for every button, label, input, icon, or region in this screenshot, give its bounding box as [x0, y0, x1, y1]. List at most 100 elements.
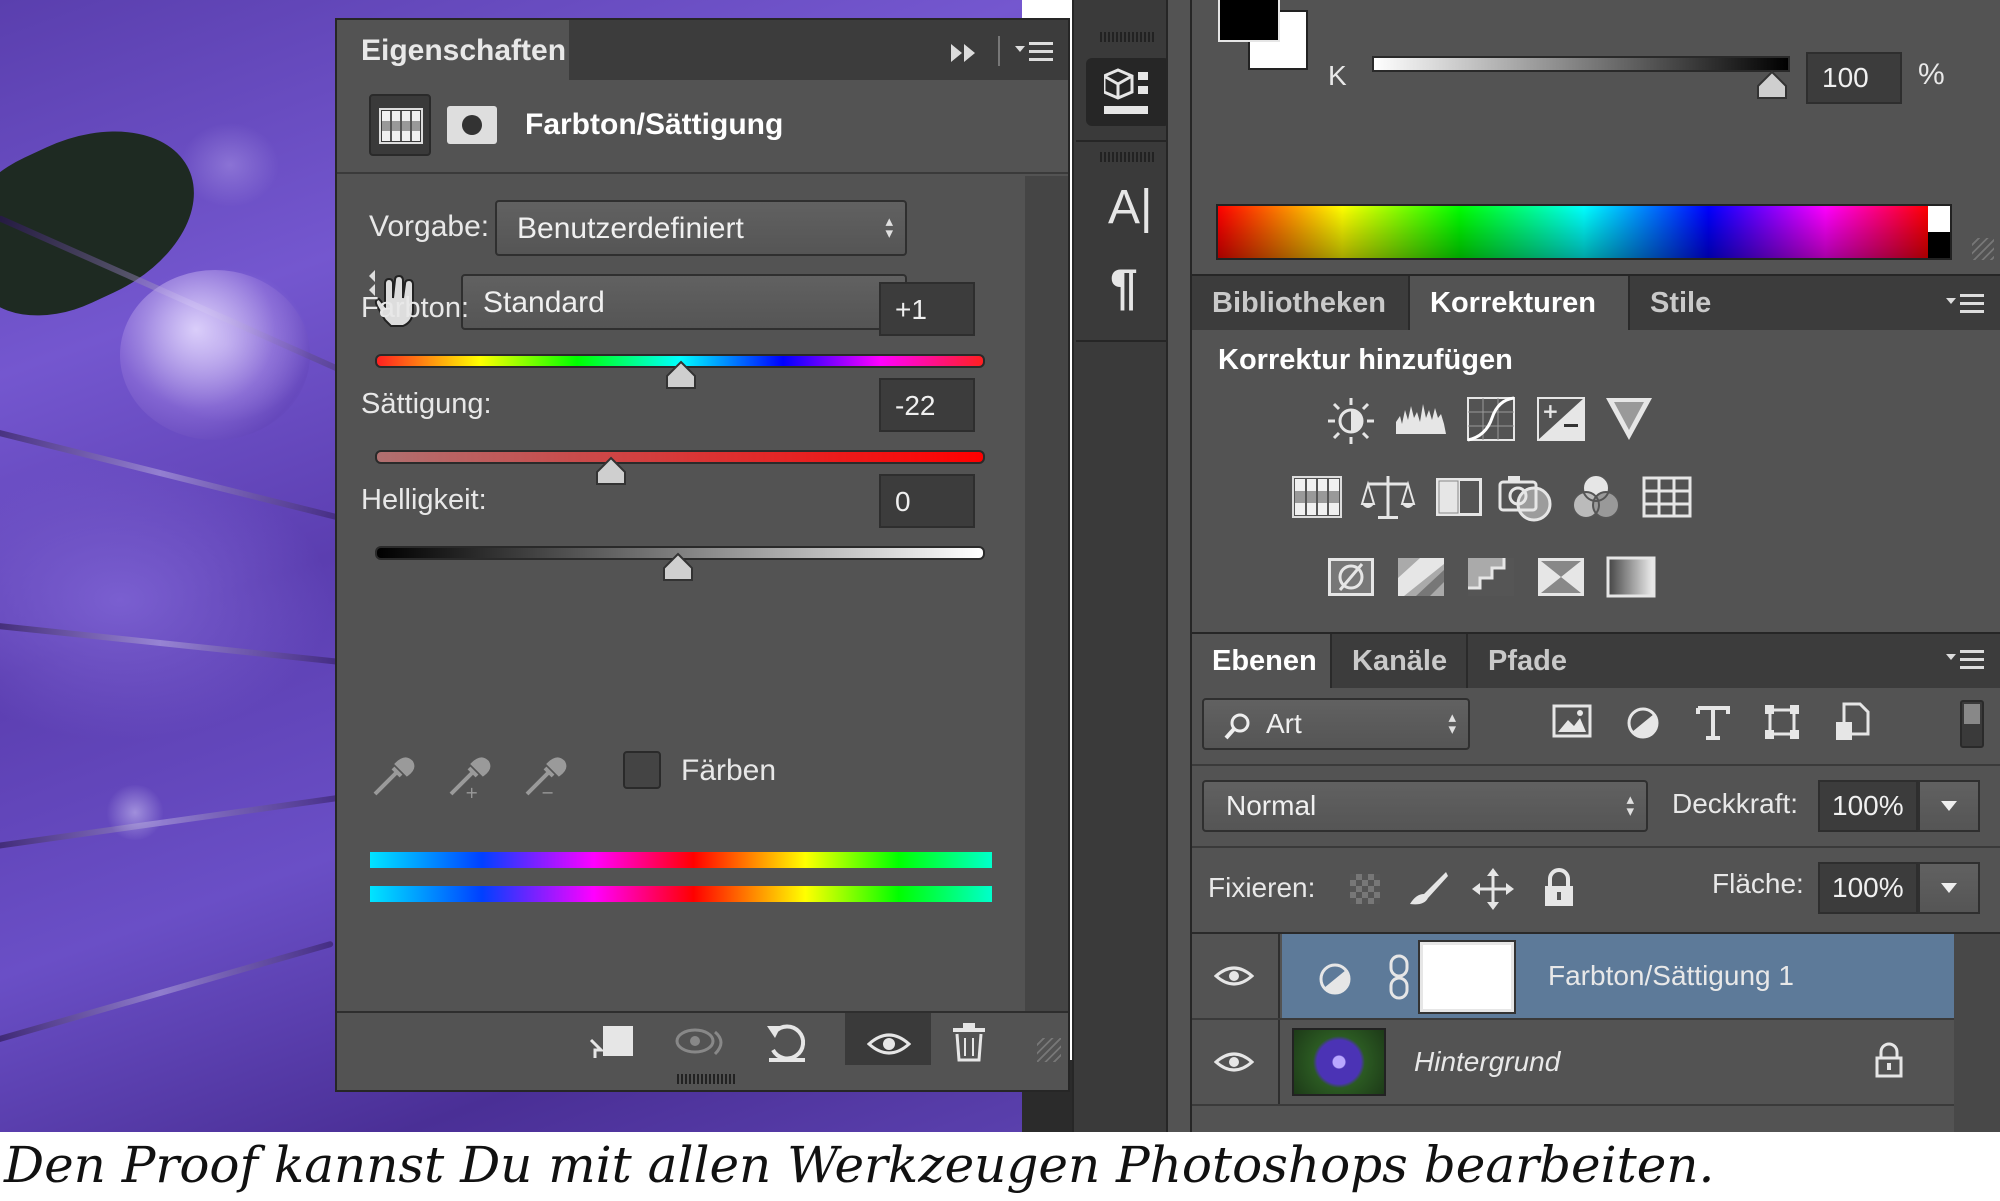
- eyedropper-icon[interactable]: [367, 750, 417, 800]
- panel-menu-icon[interactable]: [1946, 648, 1986, 672]
- channel-label: K: [1328, 60, 1347, 91]
- paragraph-panel-icon[interactable]: ¶: [1110, 258, 1138, 316]
- slider-value-field[interactable]: +1: [879, 282, 975, 336]
- chevron-down-icon: [1941, 801, 1957, 811]
- panel-menu-icon[interactable]: [1946, 292, 1986, 316]
- black-white-icon[interactable]: [1434, 476, 1484, 518]
- layer-lock-icon: [1875, 1042, 1903, 1078]
- reset-icon[interactable]: [765, 1022, 809, 1064]
- view-previous-state-icon[interactable]: [673, 1026, 729, 1060]
- dropdown-arrows-icon: ▴▾: [1626, 791, 1634, 820]
- fill-field[interactable]: 100%: [1818, 862, 1918, 914]
- properties-title: Eigenschaften: [361, 34, 567, 67]
- filter-adjustment-layers-icon[interactable]: [1626, 706, 1660, 740]
- fill-label: Fläche:: [1712, 868, 1804, 899]
- slider-value-field[interactable]: -22: [879, 378, 975, 432]
- foreground-color-swatch[interactable]: [1218, 0, 1280, 42]
- invert-icon[interactable]: [1326, 556, 1376, 598]
- filter-toggle-switch[interactable]: [1960, 700, 1984, 748]
- gradient-map-icon[interactable]: [1606, 556, 1656, 598]
- dropdown-arrows-icon: ▴▾: [885, 213, 893, 242]
- threshold-icon[interactable]: [1466, 556, 1516, 598]
- color-spectrum-bar[interactable]: [1216, 204, 1952, 260]
- adjustment-icon-button[interactable]: [369, 94, 431, 156]
- lock-image-pixels-icon[interactable]: [1406, 868, 1450, 908]
- lock-position-icon[interactable]: [1472, 868, 1514, 910]
- properties-panel: Eigenschaften Farbton/Sättigung Vorgabe:…: [335, 18, 1070, 1092]
- exposure-icon[interactable]: +: [1536, 396, 1586, 442]
- levels-icon[interactable]: [1394, 398, 1448, 438]
- lock-all-icon[interactable]: [1542, 868, 1576, 908]
- posterize-icon[interactable]: [1396, 556, 1446, 598]
- tab-adjustments-2[interactable]: Stile: [1628, 276, 1738, 330]
- filter-shape-layers-icon[interactable]: [1764, 704, 1800, 740]
- color-balance-icon[interactable]: [1360, 474, 1416, 520]
- 3d-panel-button[interactable]: [1086, 58, 1170, 126]
- colorize-label: Färben: [681, 754, 777, 787]
- layer-filter-dropdown[interactable]: Art ▴ ▾: [1202, 698, 1470, 750]
- hue-saturation-icon[interactable]: [1292, 476, 1342, 518]
- filter-pixel-layers-icon[interactable]: [1552, 704, 1592, 740]
- lock-label: Fixieren:: [1208, 872, 1316, 903]
- visibility-eye-icon[interactable]: [867, 1030, 911, 1058]
- layer-row[interactable]: Hintergrund: [1192, 1020, 1954, 1104]
- tab-adjustments-0[interactable]: Bibliotheken: [1192, 276, 1408, 330]
- channel-mixer-icon[interactable]: [1570, 472, 1622, 522]
- slider-value-field[interactable]: 0: [879, 474, 975, 528]
- tab-adjustments-1[interactable]: Korrekturen: [1408, 276, 1628, 330]
- dropdown-arrows-icon: ▴▾: [1448, 709, 1456, 738]
- eyedropper-subtract-icon[interactable]: −: [519, 750, 569, 800]
- selective-color-icon[interactable]: [1536, 556, 1586, 598]
- slider-track[interactable]: [375, 450, 985, 464]
- filter-smart-objects-icon[interactable]: [1834, 702, 1870, 742]
- visibility-eye-icon[interactable]: [1214, 1050, 1254, 1074]
- preset-value: Benutzerdefiniert: [517, 212, 744, 245]
- photo-filter-icon[interactable]: [1498, 472, 1554, 524]
- slider-value: -22: [895, 390, 936, 421]
- character-panel-icon[interactable]: A|: [1108, 180, 1152, 235]
- opacity-dropdown-button[interactable]: [1918, 780, 1980, 832]
- layer-row[interactable]: Farbton/Sättigung 1: [1192, 934, 1954, 1018]
- collapse-panel-icon[interactable]: [949, 42, 979, 64]
- lock-transparency-icon[interactable]: [1350, 874, 1380, 904]
- tab-layers-0[interactable]: Ebenen: [1192, 634, 1330, 688]
- visibility-eye-icon[interactable]: [1214, 964, 1254, 988]
- layer-thumbnail[interactable]: [1292, 1028, 1386, 1096]
- resize-grip-icon[interactable]: [1037, 1038, 1061, 1062]
- fill-dropdown-button[interactable]: [1918, 862, 1980, 914]
- vibrance-icon[interactable]: [1604, 396, 1654, 442]
- fill-value: 100%: [1832, 872, 1904, 903]
- adjustments-heading: Korrektur hinzufügen: [1218, 344, 1513, 376]
- k-value-field[interactable]: 100: [1806, 52, 1902, 104]
- percent-unit: %: [1918, 58, 1945, 91]
- filter-type-layers-icon[interactable]: [1696, 704, 1730, 740]
- range-dropdown[interactable]: Standard ▴▾: [461, 274, 907, 330]
- layer-mask-thumbnail[interactable]: [1420, 942, 1514, 1012]
- mask-icon-button[interactable]: [447, 106, 497, 144]
- preset-dropdown[interactable]: Benutzerdefiniert ▴ ▾: [495, 200, 907, 256]
- clip-to-layer-icon[interactable]: [589, 1024, 635, 1062]
- brightness-contrast-icon[interactable]: [1326, 396, 1376, 446]
- layers-scrollbar[interactable]: [1954, 934, 2000, 1132]
- k-slider-track[interactable]: [1372, 56, 1790, 72]
- input-color-bar: [370, 852, 992, 868]
- tab-properties[interactable]: Eigenschaften: [337, 20, 569, 80]
- tab-layers-1[interactable]: Kanäle: [1330, 634, 1466, 688]
- layers-tabbar: Ebenen Kanäle Pfade: [1192, 634, 2000, 688]
- color-lookup-icon[interactable]: [1642, 476, 1692, 518]
- k-value: 100: [1822, 62, 1869, 93]
- output-color-bar: [370, 886, 992, 902]
- delete-icon[interactable]: [949, 1022, 989, 1062]
- panel-menu-icon[interactable]: [1015, 40, 1055, 64]
- blend-mode-dropdown[interactable]: Normal ▴ ▾: [1202, 780, 1648, 832]
- layer-name: Farbton/Sättigung 1: [1548, 960, 1794, 991]
- resize-grip-icon[interactable]: [1972, 238, 1994, 260]
- colorize-checkbox[interactable]: [623, 751, 661, 789]
- curves-icon[interactable]: [1466, 396, 1516, 442]
- slider-value: +1: [895, 294, 927, 325]
- mask-link-icon[interactable]: [1388, 954, 1410, 1000]
- opacity-field[interactable]: 100%: [1818, 780, 1918, 832]
- properties-scrollbar[interactable]: [1025, 176, 1068, 1011]
- eyedropper-add-icon[interactable]: +: [443, 750, 493, 800]
- tab-layers-2[interactable]: Pfade: [1466, 634, 1588, 688]
